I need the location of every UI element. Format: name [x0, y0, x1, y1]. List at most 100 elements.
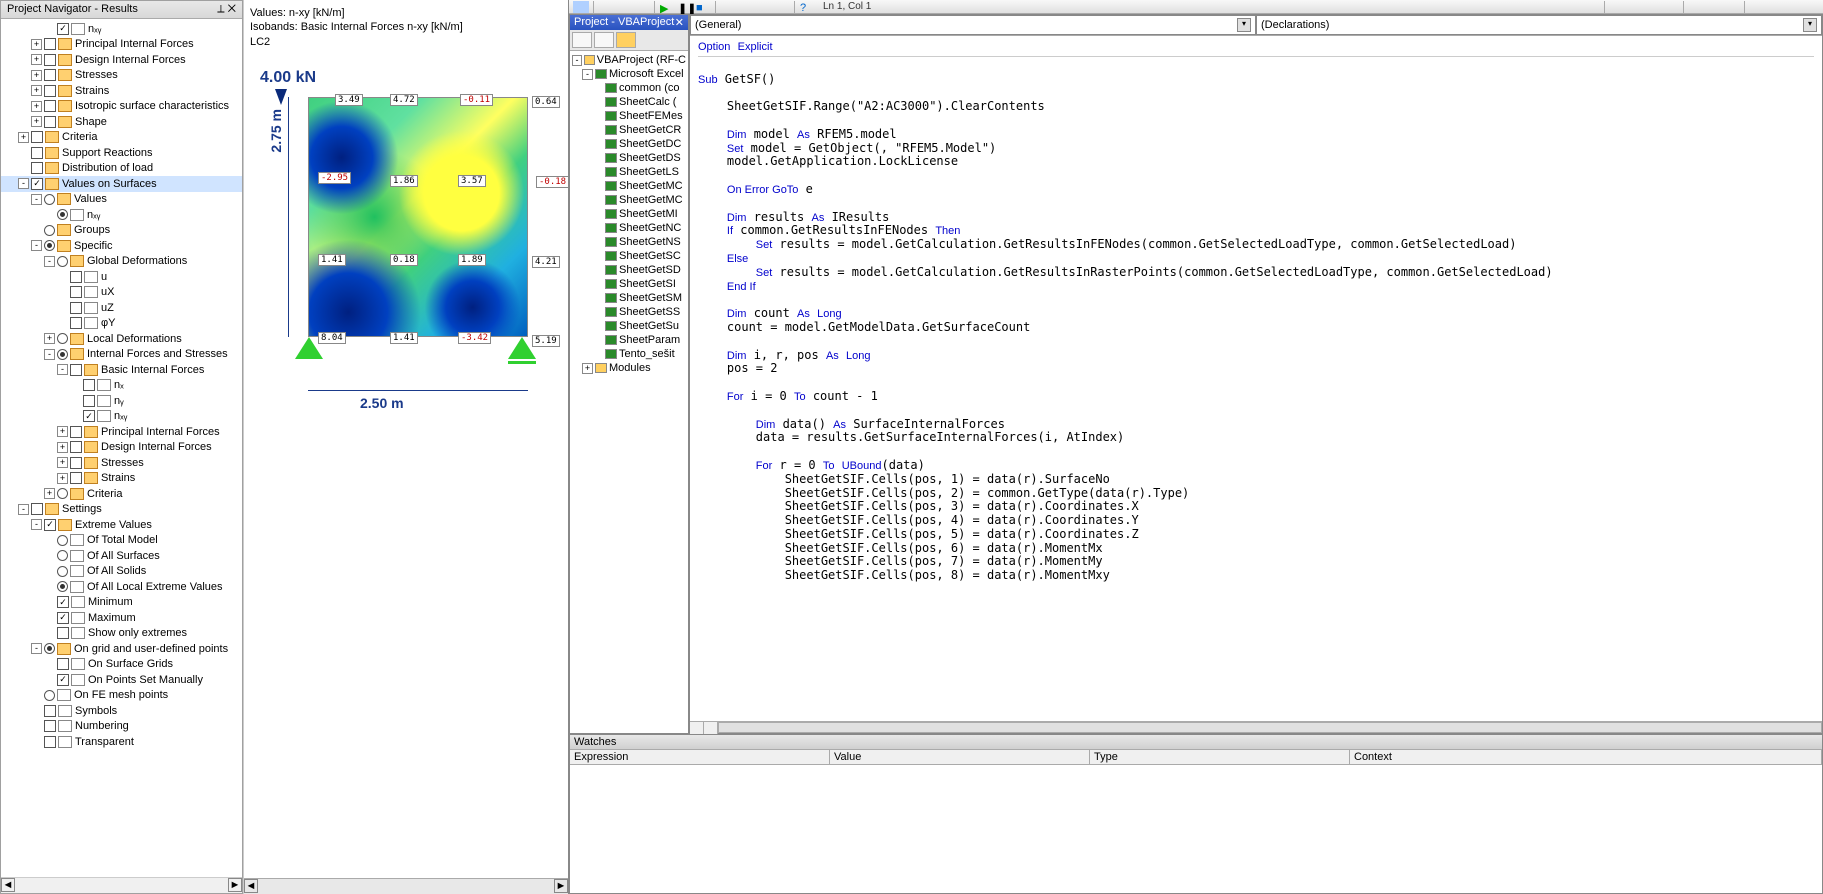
expand-icon[interactable]: +	[31, 39, 42, 50]
radio-icon[interactable]	[44, 240, 55, 251]
checkbox-icon[interactable]	[83, 410, 95, 422]
tree-item[interactable]: Distribution of load	[1, 161, 242, 177]
proj-item[interactable]: SheetGetLS	[572, 165, 686, 179]
radio-icon[interactable]	[57, 488, 68, 499]
expand-icon[interactable]: +	[44, 333, 55, 344]
tree-item[interactable]: Transparent	[1, 734, 242, 750]
chevron-down-icon[interactable]: ▾	[1237, 18, 1251, 32]
checkbox-icon[interactable]	[44, 736, 56, 748]
checkbox-icon[interactable]	[70, 317, 82, 329]
checkbox-icon[interactable]	[70, 302, 82, 314]
expand-icon[interactable]: -	[57, 364, 68, 375]
checkbox-icon[interactable]	[44, 116, 56, 128]
proc-view-btn[interactable]	[690, 722, 704, 734]
radio-icon[interactable]	[57, 209, 68, 220]
checkbox-icon[interactable]	[44, 54, 56, 66]
tree-item[interactable]: On FE mesh points	[1, 688, 242, 704]
proj-item[interactable]: SheetGetSC	[572, 249, 686, 263]
checkbox-icon[interactable]	[83, 379, 95, 391]
project-tree[interactable]: -VBAProject (RF-C-Microsoft Excelcommon …	[570, 51, 688, 733]
tree-item[interactable]: -Global Deformations	[1, 254, 242, 270]
tree-item[interactable]: uX	[1, 285, 242, 301]
proj-item[interactable]: SheetGetSS	[572, 305, 686, 319]
view-folder-btn[interactable]	[616, 32, 636, 48]
watches-body[interactable]	[570, 765, 1822, 893]
tree-item[interactable]: +Criteria	[1, 486, 242, 502]
tb-btn[interactable]	[1663, 1, 1679, 13]
radio-icon[interactable]	[44, 690, 55, 701]
radio-icon[interactable]	[44, 643, 55, 654]
tree-item[interactable]: +Shape	[1, 114, 242, 130]
tree-item[interactable]: -Values on Surfaces	[1, 176, 242, 192]
tree-item[interactable]: Of All Local Extreme Values	[1, 579, 242, 595]
checkbox-icon[interactable]	[31, 131, 43, 143]
tree-item[interactable]: On Surface Grids	[1, 657, 242, 673]
tree-item[interactable]: Symbols	[1, 703, 242, 719]
tree-item[interactable]: +Stresses	[1, 68, 242, 84]
proj-item[interactable]: SheetParam	[572, 333, 686, 347]
tb-btn[interactable]	[616, 1, 632, 13]
expand-icon[interactable]: +	[44, 488, 55, 499]
proj-item[interactable]: SheetGetMC	[572, 193, 686, 207]
radio-icon[interactable]	[57, 550, 68, 561]
checkbox-icon[interactable]	[57, 612, 69, 624]
tb-btn[interactable]	[1627, 1, 1643, 13]
tb-btn[interactable]	[1584, 1, 1600, 13]
checkbox-icon[interactable]	[70, 441, 82, 453]
radio-icon[interactable]	[57, 535, 68, 546]
checkbox-icon[interactable]	[70, 426, 82, 438]
tb-btn[interactable]	[1566, 1, 1582, 13]
tree-item[interactable]: Of Total Model	[1, 533, 242, 549]
checkbox-icon[interactable]	[31, 503, 43, 515]
checkbox-icon[interactable]	[57, 23, 69, 35]
proj-item[interactable]: SheetGetDC	[572, 137, 686, 151]
proj-item[interactable]: SheetCalc (	[572, 95, 686, 109]
expand-icon[interactable]: +	[31, 116, 42, 127]
radio-icon[interactable]	[44, 194, 55, 205]
proj-item[interactable]: -VBAProject (RF-C	[572, 53, 686, 67]
tb-btn[interactable]	[573, 1, 589, 13]
proj-item[interactable]: SheetGetSI	[572, 277, 686, 291]
checkbox-icon[interactable]	[70, 286, 82, 298]
tree-item[interactable]: nₓ	[1, 378, 242, 394]
close-icon[interactable]: ✕	[675, 16, 684, 29]
tb-btn[interactable]	[1749, 1, 1765, 13]
code-h-scrollbar[interactable]	[718, 722, 1822, 733]
expand-icon[interactable]: -	[18, 178, 29, 189]
expand-icon[interactable]: +	[18, 132, 29, 143]
procedure-dropdown[interactable]: (Declarations) ▾	[1256, 15, 1822, 35]
tree-item[interactable]: φY	[1, 316, 242, 332]
tree-item[interactable]: Numbering	[1, 719, 242, 735]
tree-item[interactable]: -On grid and user-defined points	[1, 641, 242, 657]
checkbox-icon[interactable]	[44, 519, 56, 531]
tb-help-icon[interactable]: ?	[799, 1, 815, 13]
tb-btn[interactable]	[1724, 1, 1740, 13]
tb-btn[interactable]	[1645, 1, 1661, 13]
tree-item[interactable]: -Specific	[1, 238, 242, 254]
tb-stop-icon[interactable]: ■	[695, 1, 711, 13]
full-view-btn[interactable]	[704, 722, 718, 734]
tree-item[interactable]: +Design Internal Forces	[1, 52, 242, 68]
tree-item[interactable]: Of All Surfaces	[1, 548, 242, 564]
tb-run-icon[interactable]: ▶	[659, 1, 675, 13]
expand-icon[interactable]: -	[44, 256, 55, 267]
watch-col-type[interactable]: Type	[1090, 750, 1350, 764]
expand-icon[interactable]: +	[31, 101, 42, 112]
nav-pin-icon[interactable]: ⟂ ✕	[217, 3, 236, 16]
checkbox-icon[interactable]	[31, 162, 43, 174]
tree-item[interactable]: +Criteria	[1, 130, 242, 146]
radio-icon[interactable]	[57, 256, 68, 267]
tb-pause-icon[interactable]: ❚❚	[677, 1, 693, 13]
checkbox-icon[interactable]	[57, 658, 69, 670]
tree-item[interactable]: nᵧ	[1, 393, 242, 409]
expand-icon[interactable]: -	[582, 69, 593, 80]
tree-item[interactable]: nₓᵧ	[1, 409, 242, 425]
radio-icon[interactable]	[57, 566, 68, 577]
proj-item[interactable]: SheetGetDS	[572, 151, 686, 165]
expand-icon[interactable]: -	[31, 643, 42, 654]
tb-btn[interactable]	[774, 1, 790, 13]
chevron-down-icon[interactable]: ▾	[1803, 18, 1817, 32]
expand-icon[interactable]: +	[57, 442, 68, 453]
radio-icon[interactable]	[57, 581, 68, 592]
proj-item[interactable]: SheetGetMI	[572, 207, 686, 221]
